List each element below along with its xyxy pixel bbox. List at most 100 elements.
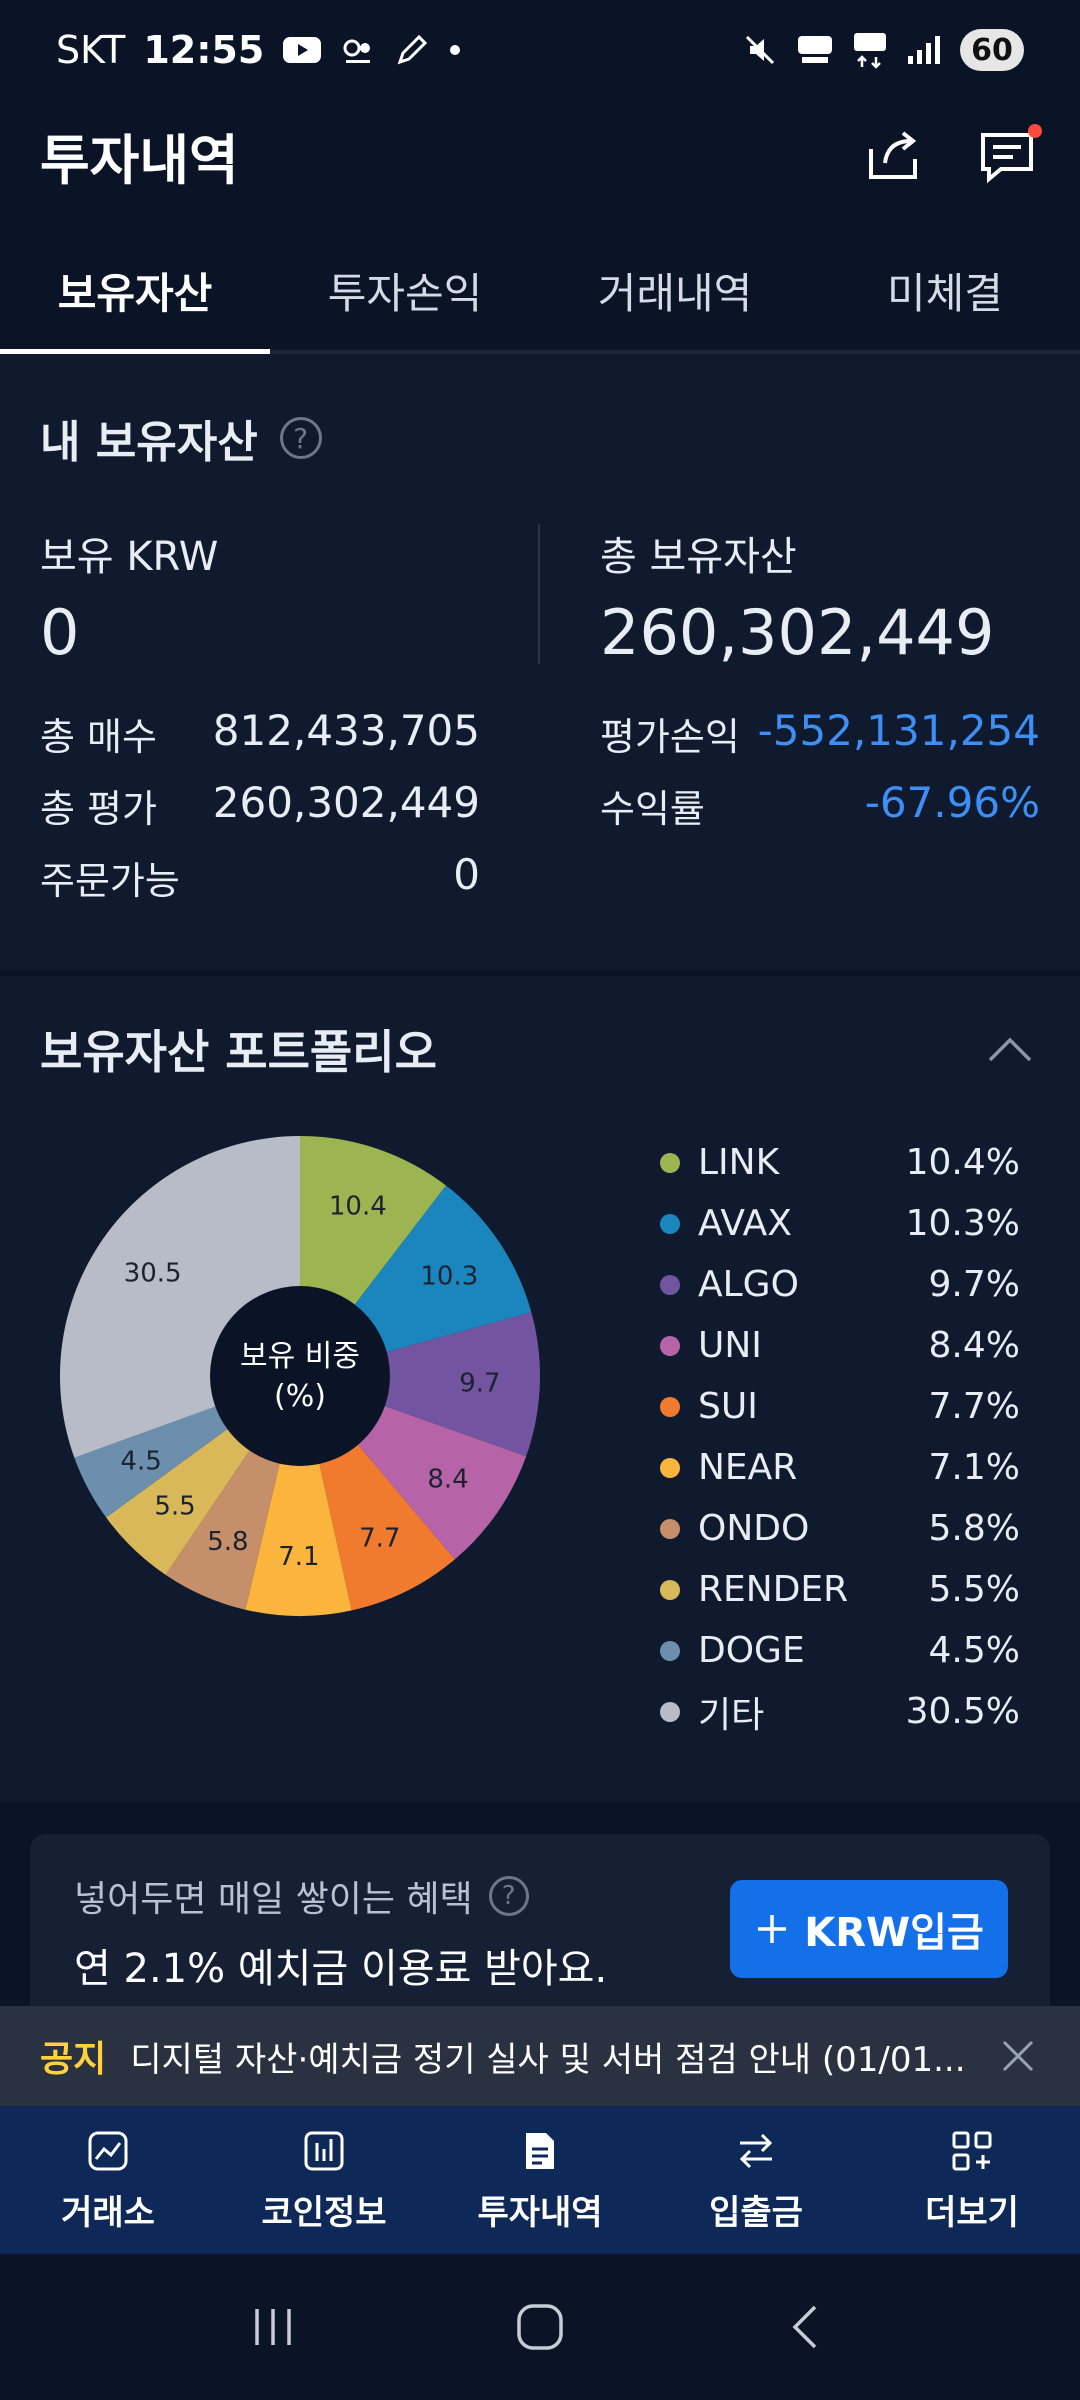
tab-profit-loss[interactable]: 투자손익	[270, 230, 540, 350]
legend-percent: 10.4%	[905, 1142, 1020, 1183]
return-row: 수익률 -67.96%	[600, 778, 1040, 833]
promo-line2: 연 2.1% 예치금 이용료 받아요.	[74, 1946, 608, 1992]
my-assets-title: 내 보유자산	[40, 417, 258, 468]
close-icon	[1002, 2040, 1034, 2072]
legend-swatch	[660, 1518, 680, 1539]
pie-slice-label: 5.8	[207, 1527, 248, 1557]
legend-item: AVAX 10.3%	[660, 1193, 1020, 1254]
krw-deposit-button[interactable]: KRW입금	[730, 1880, 1008, 1978]
legend-name: DOGE	[698, 1630, 805, 1671]
legend-swatch	[660, 1579, 680, 1600]
nav-investment-history-label: 투자내역	[477, 2192, 603, 2233]
legend-percent: 9.7%	[928, 1264, 1020, 1305]
legend-name: 기타	[698, 1694, 765, 1736]
total-eval-value: 260,302,449	[212, 778, 480, 827]
legend-item: SUI 7.7%	[660, 1376, 1020, 1437]
carrier-label: SKT	[56, 28, 126, 72]
pie-slice-label: 10.4	[329, 1192, 387, 1222]
page-title: 투자내역	[40, 128, 239, 192]
nav-investment-history[interactable]: 투자내역	[432, 2106, 648, 2254]
pie-slice-label: 9.7	[459, 1369, 500, 1399]
recent-apps-button[interactable]	[233, 2287, 313, 2367]
notice-close-button[interactable]	[996, 2034, 1040, 2078]
legend-item: LINK 10.4%	[660, 1132, 1020, 1193]
nav-coin-info-label: 코인정보	[261, 2192, 387, 2233]
legend-item: ALGO 9.7%	[660, 1254, 1020, 1315]
app-header: 투자내역	[0, 100, 1080, 210]
help-icon[interactable]: ?	[279, 417, 322, 459]
collapse-button[interactable]	[980, 1019, 1040, 1079]
dot-icon	[448, 43, 462, 57]
pnl-row: 평가손익 -552,131,254	[600, 706, 1040, 761]
share-button[interactable]	[860, 122, 926, 188]
notice-bar[interactable]: 공지 디지털 자산·예치금 정기 실사 및 서버 점검 안내 (01/01...	[0, 2006, 1080, 2106]
portfolio-section: 보유자산 포트폴리오 10.4 10.3 9.7 8.4 7.7 7.1 5.8 5.5 4.5…	[0, 976, 1080, 1802]
tab-pending-orders[interactable]: 미체결	[810, 230, 1080, 350]
tab-bar: 보유자산 투자손익 거래내역 미체결	[0, 230, 1080, 354]
messages-button[interactable]	[974, 122, 1042, 188]
bank-app-icon	[340, 32, 376, 68]
total-buy-value: 812,433,705	[212, 706, 480, 755]
nav-more[interactable]: 더보기	[864, 2106, 1080, 2254]
legend-name: UNI	[698, 1325, 762, 1366]
legend-swatch	[660, 1701, 680, 1722]
pie-slice-label: 7.7	[359, 1523, 400, 1553]
legend-name: LINK	[698, 1142, 780, 1183]
pie-slice-label: 5.5	[154, 1492, 195, 1522]
nav-deposit-withdraw-label: 입출금	[709, 2192, 803, 2233]
pie-slice-label: 7.1	[278, 1542, 319, 1572]
mute-icon	[742, 32, 778, 68]
total-buy-row: 총 매수 812,433,705	[40, 706, 480, 761]
pie-slice-label: 30.5	[124, 1259, 182, 1289]
document-icon	[516, 2127, 564, 2175]
notification-dot	[1028, 124, 1042, 138]
legend-percent: 4.5%	[928, 1630, 1020, 1671]
my-assets-section: 내 보유자산 ? 보유 KRW 0 총 보유자산 260,302,449 총 매…	[0, 354, 1080, 970]
pnl-label: 평가손익	[600, 715, 740, 759]
promo-line1: 넣어두면 매일 쌓이는 혜택	[74, 1879, 473, 1920]
legend-name: AVAX	[698, 1203, 792, 1244]
legend-swatch	[660, 1396, 680, 1417]
krw-value: 0	[40, 596, 80, 669]
chevron-up-icon	[988, 1037, 1032, 1062]
recent-apps-icon	[255, 2309, 292, 2345]
legend-swatch	[660, 1213, 680, 1234]
total-eval-label: 총 평가	[40, 787, 157, 831]
return-value: -67.96%	[864, 778, 1040, 827]
legend-name: ALGO	[698, 1264, 799, 1305]
legend-item: ONDO 5.8%	[660, 1498, 1020, 1559]
legend-item: DOGE 4.5%	[660, 1620, 1020, 1681]
total-assets: 총 보유자산 260,302,449	[600, 524, 994, 669]
battery-indicator: 60	[960, 29, 1024, 71]
transfer-icon	[732, 2127, 780, 2175]
share-icon	[869, 131, 917, 179]
nav-exchange[interactable]: 거래소	[0, 2106, 216, 2254]
legend-name: RENDER	[698, 1569, 849, 1610]
pie-center-hole	[210, 1286, 390, 1466]
clock: 12:55	[143, 28, 265, 72]
pie-center-label: 보유 비중	[240, 1339, 360, 1374]
tab-transactions[interactable]: 거래내역	[540, 230, 810, 350]
notice-tag: 공지	[40, 2039, 107, 2080]
nav-coin-info[interactable]: 코인정보	[216, 2106, 432, 2254]
pnl-value: -552,131,254	[757, 706, 1040, 755]
legend-item: NEAR 7.1%	[660, 1437, 1020, 1498]
pie-legend: LINK 10.4% AVAX 10.3% ALGO 9.7% UNI 8.4% SUI 7.7%…	[660, 1132, 1020, 1742]
tab-holdings[interactable]: 보유자산	[0, 230, 270, 354]
back-button[interactable]	[767, 2287, 847, 2367]
krw-label: 보유 KRW	[40, 534, 219, 580]
promo-help-icon[interactable]: ?	[488, 1876, 529, 1916]
bar-chart-icon	[300, 2127, 348, 2175]
notice-text[interactable]: 디지털 자산·예치금 정기 실사 및 서버 점검 안내 (01/01...	[130, 2032, 990, 2081]
legend-percent: 5.8%	[928, 1508, 1020, 1549]
hd-voice-icon	[796, 32, 834, 68]
youtube-icon	[282, 35, 322, 65]
home-button[interactable]	[500, 2287, 580, 2367]
nav-deposit-withdraw[interactable]: 입출금	[648, 2106, 864, 2254]
legend-item: RENDER 5.5%	[660, 1559, 1020, 1620]
chart-icon	[84, 2127, 132, 2175]
legend-swatch	[660, 1152, 680, 1173]
legend-swatch	[660, 1335, 680, 1356]
pen-icon	[394, 32, 430, 68]
total-assets-value: 260,302,449	[600, 596, 995, 669]
